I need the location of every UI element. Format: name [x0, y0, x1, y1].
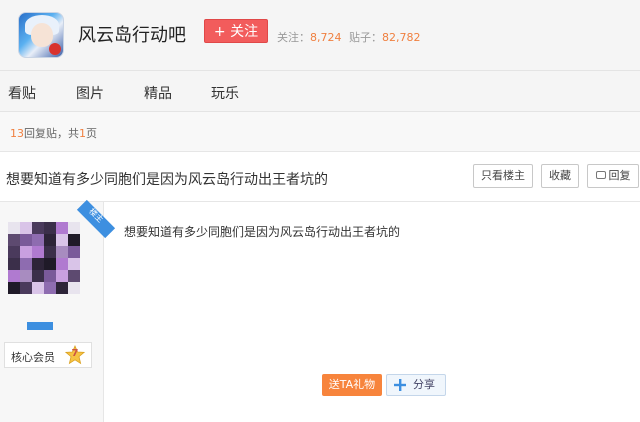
- avatar-mosaic-cell: [32, 222, 44, 234]
- forum-title[interactable]: 风云岛行动吧: [78, 21, 186, 47]
- follow-button[interactable]: + 关注: [204, 19, 268, 43]
- avatar-mosaic-cell: [32, 246, 44, 258]
- avatar-mosaic-cell: [44, 222, 56, 234]
- send-gift-button[interactable]: 送TA礼物: [322, 374, 382, 396]
- share-label: 分享: [413, 378, 435, 391]
- reply-count: 13: [10, 127, 24, 140]
- avatar-mosaic-cell: [32, 258, 44, 270]
- avatar-mosaic-cell: [56, 270, 68, 282]
- post-count: 贴子：82,782: [349, 29, 421, 45]
- share-button[interactable]: 分享: [386, 374, 446, 396]
- avatar-mosaic-cell: [68, 282, 80, 294]
- page-suffix: 页: [86, 127, 97, 140]
- reply-button[interactable]: 回复: [587, 164, 639, 188]
- avatar-mosaic-cell: [32, 270, 44, 282]
- avatar-mosaic-cell: [20, 222, 32, 234]
- share-plus-icon: [393, 378, 407, 392]
- author-panel: 楼主 核心会员 7: [0, 199, 116, 422]
- avatar-mosaic-cell: [56, 246, 68, 258]
- avatar-mosaic-cell: [20, 258, 32, 270]
- avatar-mosaic-cell: [44, 234, 56, 246]
- avatar-mosaic-cell: [20, 270, 32, 282]
- avatar-mosaic-cell: [68, 246, 80, 258]
- avatar-mosaic-cell: [8, 222, 20, 234]
- avatar-mosaic-cell: [56, 222, 68, 234]
- tab-fun[interactable]: 玩乐: [211, 83, 239, 103]
- level-number: 7: [71, 348, 79, 359]
- avatar-mosaic-cell: [44, 258, 56, 270]
- thread-title: 想要知道有多少同胞们是因为风云岛行动出王者坑的: [6, 172, 328, 188]
- avatar-mosaic-cell: [68, 270, 80, 282]
- avatar-mosaic-cell: [8, 234, 20, 246]
- avatar-mosaic-cell: [20, 234, 32, 246]
- level-star-icon: 7: [64, 344, 86, 365]
- avatar-mosaic-cell: [32, 282, 44, 294]
- avatar-mosaic-cell: [20, 246, 32, 258]
- avatar-mosaic-cell: [68, 258, 80, 270]
- op-ribbon: 楼主: [72, 199, 116, 239]
- avatar-mosaic-cell: [8, 246, 20, 258]
- avatar-mosaic-cell: [8, 282, 20, 294]
- reply-button-label: 回复: [608, 169, 631, 182]
- forum-avatar-icon[interactable]: [18, 12, 64, 58]
- author-avatar[interactable]: [8, 222, 80, 294]
- avatar-mosaic-cell: [32, 234, 44, 246]
- avatar-mosaic-cell: [8, 258, 20, 270]
- avatar-mosaic-cell: [8, 270, 20, 282]
- pager-bar: 13回复贴，共1页: [0, 112, 640, 152]
- avatar-mosaic-cell: [44, 270, 56, 282]
- avatar-mosaic-cell: [56, 258, 68, 270]
- author-name-placeholder[interactable]: [27, 322, 53, 330]
- thread-title-bar: 想要知道有多少同胞们是因为风云岛行动出王者坑的 只看楼主 收藏 回复: [0, 152, 640, 202]
- only-author-button[interactable]: 只看楼主: [473, 164, 533, 188]
- avatar-mosaic-cell: [56, 282, 68, 294]
- forum-nav: 看贴 图片 精品 玩乐: [0, 70, 640, 112]
- tab-featured[interactable]: 精品: [144, 83, 172, 103]
- tab-images[interactable]: 图片: [76, 83, 104, 103]
- member-badge: 核心会员 7: [4, 342, 92, 368]
- reply-summary: 13回复贴，共1页: [10, 125, 97, 141]
- tab-posts[interactable]: 看贴: [8, 83, 36, 103]
- page-count[interactable]: 1: [79, 127, 86, 140]
- avatar-mosaic-cell: [56, 234, 68, 246]
- follow-count: 关注：8,724: [277, 29, 342, 45]
- avatar-mosaic-cell: [44, 246, 56, 258]
- favorite-button[interactable]: 收藏: [541, 164, 579, 188]
- avatar-mosaic-cell: [20, 282, 32, 294]
- post-count-value: 82,782: [382, 31, 421, 44]
- post-content: 想要知道有多少同胞们是因为风云岛行动出王者坑的: [124, 225, 401, 239]
- follow-count-value: 8,724: [310, 31, 342, 44]
- forum-header: 风云岛行动吧 + 关注 关注：8,724 贴子：82,782: [0, 0, 640, 70]
- post-count-label: 贴子：: [349, 31, 382, 44]
- reply-suffix: 回复贴，共: [24, 127, 79, 140]
- avatar-mosaic-cell: [44, 282, 56, 294]
- reply-icon: [595, 171, 606, 179]
- follow-count-label: 关注：: [277, 31, 310, 44]
- member-title: 核心会员: [11, 351, 55, 364]
